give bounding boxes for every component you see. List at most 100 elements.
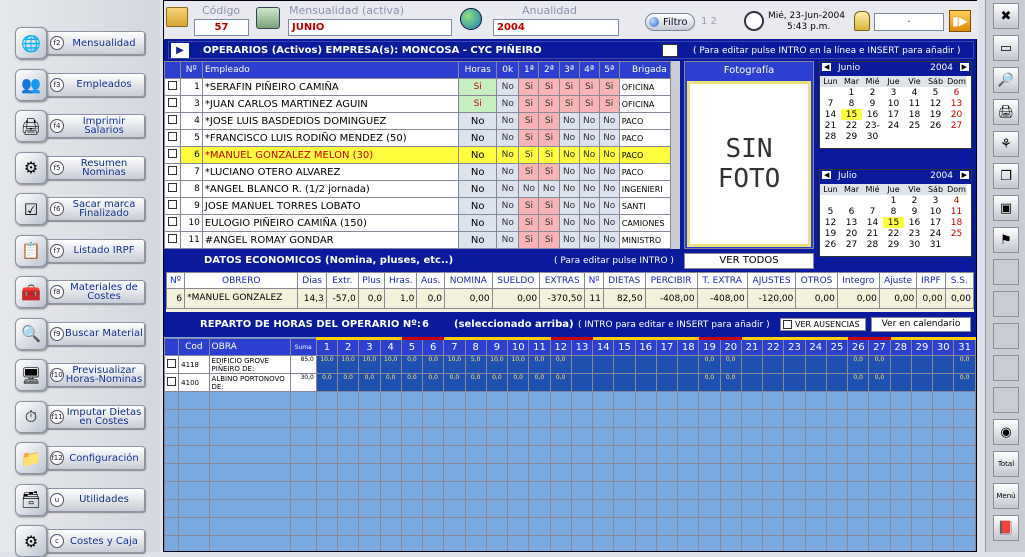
day-hours[interactable]: [613, 445, 636, 464]
sidebar-item-c[interactable]: c Costes y Caja ⚙: [15, 525, 145, 557]
calendar-day[interactable]: [904, 131, 925, 142]
calendar-day[interactable]: 13: [946, 98, 967, 109]
day-hours[interactable]: [315, 535, 339, 551]
tools-icon[interactable]: 🧰: [15, 276, 47, 308]
day-hours[interactable]: [358, 499, 381, 518]
calendar-next-icon[interactable]: ▶: [959, 63, 969, 71]
clock-icon[interactable]: ⏱: [15, 400, 47, 433]
day-hours[interactable]: [464, 517, 487, 536]
day-hours[interactable]: [762, 517, 785, 536]
calendar-day[interactable]: 2: [904, 195, 925, 206]
shift-value[interactable]: No: [496, 129, 520, 147]
sidebar-item-f3[interactable]: f3 Empleados 👥: [15, 68, 145, 101]
shift-value[interactable]: No: [496, 163, 520, 181]
day-hours[interactable]: 0,0: [400, 373, 424, 392]
list-icon[interactable]: 📋: [15, 234, 47, 267]
day-hours[interactable]: [613, 427, 636, 446]
day-hours[interactable]: [655, 535, 679, 551]
search-doc-icon[interactable]: 🔎: [993, 67, 1019, 93]
day-hours[interactable]: 0,0: [400, 355, 424, 374]
day-hours[interactable]: [337, 409, 360, 428]
day-hours[interactable]: [677, 373, 700, 392]
network-icon[interactable]: ⚑: [993, 227, 1019, 253]
day-hours[interactable]: [868, 391, 891, 410]
shift-value[interactable]: Si: [598, 95, 620, 113]
day-hours[interactable]: 0,0: [719, 373, 742, 392]
sidebar-button-u[interactable]: u Utilidades: [45, 487, 145, 512]
day-hours[interactable]: [613, 499, 636, 518]
calendar-day[interactable]: 16: [862, 109, 883, 120]
day-hours[interactable]: [613, 481, 636, 500]
shift-value[interactable]: Si: [538, 214, 560, 232]
day-hours[interactable]: [592, 355, 615, 374]
calendar-day[interactable]: 30: [904, 239, 925, 250]
day-hours[interactable]: [315, 427, 339, 446]
day-hours[interactable]: [932, 355, 955, 374]
day-hours[interactable]: [400, 499, 424, 518]
day-hours[interactable]: [783, 463, 806, 482]
shift-value[interactable]: No: [578, 214, 600, 232]
table-row[interactable]: 11 #ANGEL ROMAY GONDAR No No Si Si No No No MINIS…: [164, 231, 680, 249]
day-hours[interactable]: [804, 499, 827, 518]
day-hours[interactable]: [783, 499, 806, 518]
day-hours[interactable]: [889, 463, 912, 482]
day-hours[interactable]: [783, 391, 806, 410]
shift-value[interactable]: Si: [538, 129, 560, 147]
shift-value[interactable]: No: [558, 146, 580, 164]
day-hours[interactable]: [634, 481, 657, 500]
day-hours[interactable]: [634, 445, 657, 464]
day-hours[interactable]: [910, 409, 934, 428]
calendar-day[interactable]: 27: [946, 120, 967, 131]
total-icon[interactable]: Total: [993, 451, 1019, 477]
calendar-day[interactable]: [883, 131, 904, 142]
table-row[interactable]: 1 *SERAFIN PIÑEIRO CAMIÑA Si No Si Si Si Si Si OF…: [164, 78, 680, 96]
day-hours[interactable]: [528, 481, 551, 500]
calendar-day[interactable]: [841, 195, 862, 206]
day-hours[interactable]: [485, 481, 509, 500]
day-hours[interactable]: [549, 463, 572, 482]
calendar-next-icon[interactable]: ▶: [959, 171, 969, 179]
day-hours[interactable]: [762, 427, 785, 446]
day-hours[interactable]: [570, 373, 594, 392]
row-checkbox[interactable]: [167, 149, 177, 158]
day-hours[interactable]: [783, 445, 806, 464]
calendar-grid[interactable]: Lun Mar Mié Jue Vie Sáb Dom 1 2 3 4 5 6 7 8 9 10 11 12 13 14…: [820, 76, 967, 142]
day-hours[interactable]: [953, 481, 976, 500]
lock-icon[interactable]: [854, 11, 870, 31]
day-hours[interactable]: [889, 445, 912, 464]
calendar-day[interactable]: 20: [841, 228, 862, 239]
shift-value[interactable]: No: [558, 180, 580, 198]
calendar-day[interactable]: 2: [862, 87, 883, 98]
shift-value[interactable]: Si: [518, 197, 540, 215]
day-hours[interactable]: [677, 355, 700, 374]
day-hours[interactable]: [507, 481, 530, 500]
shift-value[interactable]: Si: [558, 78, 580, 96]
day-hours[interactable]: 0,0: [443, 373, 466, 392]
shift-value[interactable]: No: [558, 197, 580, 215]
day-hours[interactable]: 0,0: [485, 373, 509, 392]
day-hours[interactable]: [740, 409, 764, 428]
day-hours[interactable]: 0,0: [379, 373, 402, 392]
day-hours[interactable]: [825, 463, 849, 482]
next-icon[interactable]: ▮▶: [949, 10, 971, 32]
sidebar-item-u[interactable]: u Utilidades 🗃: [15, 483, 145, 516]
table-row[interactable]: 3 *JUAN CARLOS MARTINEZ AGUIN Si No Si Si Si Si…: [164, 95, 680, 113]
horas-value[interactable]: No: [458, 197, 498, 215]
shift-value[interactable]: No: [598, 129, 620, 147]
day-hours[interactable]: [677, 499, 700, 518]
day-hours[interactable]: [847, 535, 870, 551]
sidebar-item-f10[interactable]: f10 Previsualizar Horas-Nominas 🖥: [15, 359, 145, 391]
day-hours[interactable]: 10,0: [315, 355, 339, 374]
table-row[interactable]: [164, 499, 976, 518]
day-hours[interactable]: [507, 499, 530, 518]
horas-value[interactable]: No: [458, 180, 498, 198]
day-hours[interactable]: [422, 445, 445, 464]
day-hours[interactable]: 0,0: [507, 373, 530, 392]
calendar-day[interactable]: [820, 195, 841, 206]
sidebar-button-f9[interactable]: f9 Buscar Material: [45, 321, 145, 346]
shift-value[interactable]: No: [538, 180, 560, 198]
shift-value[interactable]: No: [578, 180, 600, 198]
calendar-day[interactable]: 1: [883, 195, 904, 206]
copy-icon[interactable]: ❐: [993, 163, 1019, 189]
calendar-day[interactable]: 21: [862, 228, 883, 239]
